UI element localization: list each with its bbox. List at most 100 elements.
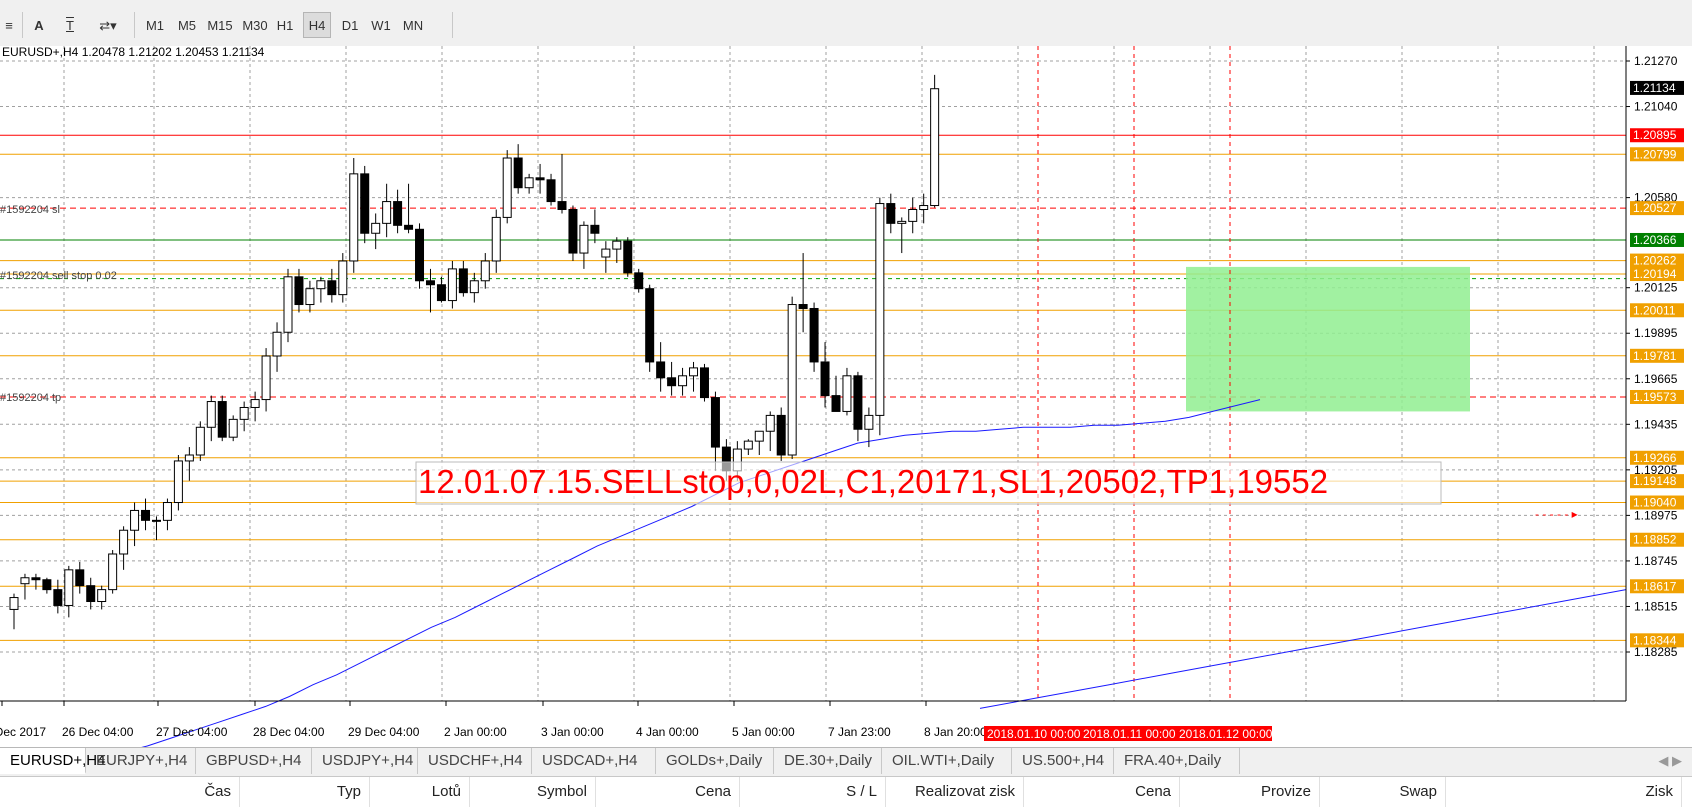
candle[interactable]	[283, 268, 293, 343]
candle[interactable]	[195, 421, 205, 461]
candle[interactable]	[645, 284, 655, 372]
candle-body-bull	[184, 454, 194, 462]
candle-body-bear	[86, 585, 96, 603]
candle-body-bear	[31, 577, 41, 581]
candle[interactable]	[349, 158, 359, 273]
candle[interactable]	[699, 363, 709, 402]
candle-body-bull	[283, 276, 293, 333]
candle-body-bull	[908, 208, 918, 222]
column-header-5[interactable]: S / L	[740, 777, 886, 807]
chart-tab-2[interactable]: GBPUSD+,H4	[196, 748, 312, 774]
column-header-0[interactable]: Čas	[0, 777, 240, 807]
candle[interactable]	[787, 296, 797, 459]
candle-body-bull	[502, 157, 512, 218]
candle-body-bear	[513, 157, 523, 189]
chart-tab-10[interactable]: FRA.40+,Daily	[1114, 748, 1240, 774]
candle-body-bull	[689, 367, 699, 377]
column-header-6[interactable]: Realizovat zisk	[886, 777, 1024, 807]
tab-scroll-arrows[interactable]: ◀ ▶	[1658, 748, 1682, 774]
column-header-2[interactable]: Lotů	[370, 777, 470, 807]
price-axis-label: 1.18975	[1634, 508, 1678, 522]
chart-canvas[interactable]: 1.212701.210401.205801.201251.198951.196…	[0, 46, 1692, 747]
timeframe-m5-button[interactable]: M5	[174, 12, 200, 38]
candle-body-bull	[524, 177, 534, 189]
toolbar-separator	[22, 12, 23, 38]
timeframe-h1-button[interactable]: H1	[272, 12, 298, 38]
candle[interactable]	[809, 302, 819, 372]
price-chart[interactable]: 1.21270 1.21040 1.20580 1.20125 1.19895 1.196…	[0, 46, 1692, 747]
candle[interactable]	[228, 415, 238, 442]
column-header-8[interactable]: Provize	[1180, 777, 1320, 807]
timeframe-w1-button[interactable]: W1	[368, 12, 394, 38]
column-header-1[interactable]: Typ	[240, 777, 370, 807]
candle-body-bull	[765, 414, 775, 432]
timeframe-m15-button[interactable]: M15	[204, 12, 236, 38]
chart-tab-5[interactable]: USDCAD+,H4	[532, 748, 656, 774]
candle-body-bull	[195, 426, 205, 456]
candle-body-bull	[919, 205, 929, 210]
menu-lines-icon[interactable]: ≡	[0, 12, 18, 38]
candle-body-bull	[382, 201, 392, 224]
price-axis-label: 1.19665	[1634, 372, 1678, 386]
candle-body-bull	[239, 406, 249, 420]
candle[interactable]	[875, 197, 885, 436]
column-header-9[interactable]: Swap	[1320, 777, 1446, 807]
candle[interactable]	[776, 407, 786, 461]
current-price-label: 1.21134	[1633, 81, 1676, 95]
time-axis-label: 3 Jan 00:00	[541, 725, 604, 739]
candle[interactable]	[338, 253, 348, 303]
chart-tab-6[interactable]: GOLDs+,Daily	[656, 748, 774, 774]
candle-body-bear	[886, 203, 896, 224]
candle-body-bull	[316, 280, 326, 290]
chart-tab-7[interactable]: DE.30+,Daily	[774, 748, 882, 774]
candle[interactable]	[108, 550, 118, 594]
timeframe-d1-button[interactable]: D1	[337, 12, 363, 38]
chart-tab-4[interactable]: USDCHF+,H4	[418, 748, 532, 774]
candle-body-bull	[151, 519, 161, 522]
chart-tab-9[interactable]: US.500+,H4	[1012, 748, 1114, 774]
price-axis-label: 1.19895	[1634, 326, 1678, 340]
candle-body-bear	[393, 201, 403, 226]
candle[interactable]	[217, 395, 227, 442]
chart-tab-1[interactable]: EURJPY+,H4	[86, 748, 196, 774]
candle-body-bear	[535, 177, 545, 181]
candle-body-bear	[436, 284, 446, 302]
candle[interactable]	[173, 455, 183, 511]
level-tag-label: 1.20262	[1633, 254, 1677, 268]
timeframe-mn-button[interactable]: MN	[398, 12, 428, 38]
trade-annotation[interactable]: 12.01.07.15.SELLstop,0,02L,C1,20171,SL1,…	[418, 463, 1328, 500]
column-header-10[interactable]: Zisk	[1446, 777, 1682, 807]
chart-tab-bar: EURUSD+,H4 EURJPY+,H4 GBPUSD+,H4 USDJPY+,H4…	[0, 747, 1692, 776]
column-header-7[interactable]: Cena	[1024, 777, 1180, 807]
candle-body-bear	[798, 304, 808, 309]
trade-zone-rect[interactable]	[1186, 266, 1470, 412]
candle[interactable]	[930, 74, 940, 208]
candle[interactable]	[415, 223, 425, 289]
candle[interactable]	[360, 165, 370, 244]
candle-body-bear	[831, 395, 841, 412]
candle-body-bear	[53, 589, 63, 606]
timeframe-h4-button[interactable]: H4	[303, 12, 331, 38]
candle-body-bull	[579, 224, 589, 254]
column-header-3[interactable]: Symbol	[470, 777, 596, 807]
column-header-4[interactable]: Cena	[596, 777, 740, 807]
candle[interactable]	[634, 268, 644, 293]
text-tool-button[interactable]: A	[27, 12, 51, 38]
candle-body-bull	[261, 355, 271, 401]
price-axis-label: 1.20125	[1634, 281, 1678, 295]
candle-body-bear	[809, 307, 819, 363]
time-axis-label: 5 Jan 00:00	[732, 725, 795, 739]
chart-tab-8[interactable]: OIL.WTI+,Daily	[882, 748, 1012, 774]
candle-body-bear	[141, 509, 151, 521]
timeframe-m30-button[interactable]: M30	[239, 12, 271, 38]
candle[interactable]	[623, 237, 633, 277]
text-label-tool-button[interactable]: T	[58, 12, 82, 38]
chart-tab-0[interactable]: EURUSD+,H4	[0, 748, 105, 774]
candle[interactable]	[502, 150, 512, 224]
time-axis-label: 8 Jan 20:00	[924, 725, 987, 739]
candle[interactable]	[568, 205, 578, 261]
chart-tab-3[interactable]: USDJPY+,H4	[312, 748, 418, 774]
candle-body-bear	[327, 280, 337, 296]
arrows-tool-icon[interactable]: ⇄▾	[88, 12, 128, 38]
timeframe-m1-button[interactable]: M1	[142, 12, 168, 38]
